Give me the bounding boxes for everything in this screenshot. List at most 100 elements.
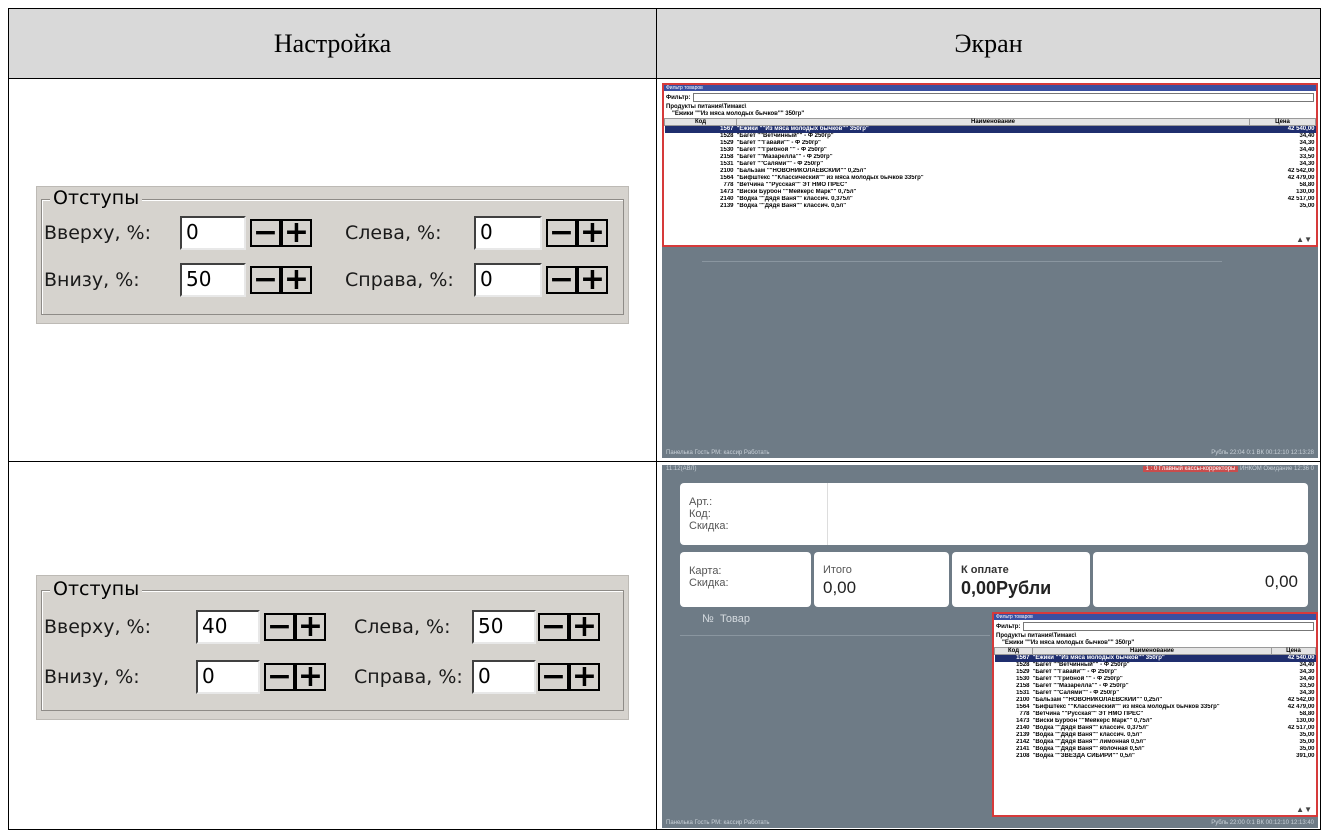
product-name: "Ежики ""Из мяса молодых бычков"" 350гр" (1032, 654, 1272, 662)
screen-preview-2: 11:12(АВЛ) 1 : 0 Главный кассы-корректор… (662, 465, 1318, 828)
product-price: 33,50 (1299, 154, 1315, 160)
right-plus-button[interactable]: + (577, 265, 608, 295)
top-plus-button[interactable]: + (295, 612, 326, 642)
product-row[interactable]: 1473 "Виски Бурбон ""Мейкерс Марк"" 0,75л… (995, 718, 1316, 725)
breadcrumb-item: "Ежики ""Из мяса молодых бычков"" 350гр" (1002, 640, 1135, 646)
left-minus-button[interactable]: − (538, 612, 569, 642)
left-input[interactable]: 0 (474, 216, 542, 250)
right-minus-button[interactable]: − (546, 265, 577, 295)
product-name: "Багет ""Ветчинный"" - Ф 250гр" (1032, 662, 1130, 668)
product-row[interactable]: 2100 "Бальзам ""НОВОНИКОЛАЕВСКИЙ"" 0,25л"… (665, 168, 1316, 175)
product-popup-2: Фильтр товаров Фильтр: Продукты питания\… (992, 612, 1318, 817)
product-price: 42 479,00 (1287, 704, 1315, 710)
product-row[interactable]: 2141 "Водка ""Дядя Ваня"" яблочная 0,5л" 3… (995, 746, 1316, 753)
total-value: 0,00 (823, 578, 857, 597)
breadcrumb-item: "Ежики ""Из мяса молодых бычков"" 350гр" (672, 111, 805, 117)
product-row[interactable]: 1564 "Бифштекс ""Классический"" из мяса м… (995, 704, 1316, 711)
product-price: 58,80 (1299, 182, 1315, 188)
product-row[interactable]: 1529 "Багет ""Гавайи"" - Ф 250гр" 34,30 (665, 140, 1316, 147)
product-row[interactable]: 1473 "Виски Бурбон ""Мейкерс Марк"" 0,75л… (665, 189, 1316, 196)
product-row[interactable]: 1530 "Багет ""Грибной "" - Ф 250гр" 34,40 (665, 147, 1316, 154)
product-row[interactable]: 1567 "Ежики ""Из мяса молодых бычков"" 35… (994, 654, 1316, 662)
col-number: № (702, 613, 714, 625)
bottom-minus-button[interactable]: − (250, 265, 281, 295)
product-code: 1528 (720, 133, 734, 139)
bottom-input[interactable]: 0 (196, 660, 260, 694)
product-price: 34,30 (1299, 161, 1315, 167)
product-code: 2158 (720, 154, 734, 160)
product-code: 1528 (1016, 662, 1030, 668)
top-minus-button[interactable]: − (264, 612, 295, 642)
pay-label: К оплате (961, 564, 1009, 576)
right-minus-button[interactable]: − (538, 662, 569, 692)
bottom-label: Внизу, %: (44, 666, 140, 688)
product-row[interactable]: 2108 "Водка ""ЗВЕЗДА СИБИРИ"" 0,5л" 391,00 (995, 753, 1316, 760)
product-name: "Водка ""ЗВЕЗДА СИБИРИ"" 0,5л" (1032, 753, 1135, 759)
bottom-input[interactable]: 50 (180, 263, 246, 297)
bottom-minus-button[interactable]: − (264, 662, 295, 692)
product-code: 2139 (720, 203, 734, 209)
right-input[interactable]: 0 (474, 263, 542, 297)
product-row[interactable]: 1530 "Багет ""Грибной "" - Ф 250гр" 34,40 (995, 676, 1316, 683)
instruction-table: Настройка Экран Отступы Вверху, %: 0 − +… (8, 8, 1321, 830)
change-card: 0,00 (1093, 552, 1308, 607)
art-label: Арт.: (689, 496, 713, 508)
product-name: "Водка ""Дядя Ваня"" яблочная 0,5л" (1032, 746, 1145, 752)
taskbar: Панелька Гость РМ: кассир Работать Рубль… (662, 448, 1318, 458)
left-plus-button[interactable]: + (577, 218, 608, 248)
product-row[interactable]: 2139 "Водка ""Дядя Ваня"" классич. 0,5л" 3… (665, 203, 1316, 210)
product-price: 34,30 (1299, 140, 1315, 146)
product-price: 34,40 (1299, 662, 1315, 668)
taskbar-right: Рубль 22:04 0:1 ВК 00:12:10 12:13:28 (1211, 450, 1314, 456)
scroll-arrows-icon[interactable]: ▲▼ (1296, 235, 1312, 244)
breadcrumb: Продукты питания\Тимакс\ (666, 104, 747, 110)
top-minus-button[interactable]: − (250, 218, 281, 248)
product-row[interactable]: 1528 "Багет ""Ветчинный"" - Ф 250гр" 34,40 (995, 662, 1316, 669)
product-row[interactable]: 1528 "Багет ""Ветчинный"" - Ф 250гр" 34,40 (665, 133, 1316, 140)
left-input[interactable]: 50 (472, 610, 536, 644)
taskbar: Панелька Гость РМ: кассир Работать Рубль… (662, 818, 1318, 828)
product-code: 1473 (720, 189, 734, 195)
product-name: "Бальзам ""НОВОНИКОЛАЕВСКИЙ"" 0,25л" (1032, 697, 1163, 703)
product-row[interactable]: 1531 "Багет ""Салями"" - Ф 250гр" 34,30 (665, 161, 1316, 168)
product-row[interactable]: 2139 "Водка ""Дядя Ваня"" классич. 0,5л" 3… (995, 732, 1316, 739)
product-row[interactable]: 2142 "Водка ""Дядя Ваня"" лимонная 0,5л" 3… (995, 739, 1316, 746)
filter-input[interactable] (693, 93, 1314, 102)
product-code: 1564 (720, 175, 734, 181)
product-row[interactable]: 778 "Ветчина ""Русская"" ЭТ НМО ПРЕС" 58,8… (665, 182, 1316, 189)
product-name: "Ветчина ""Русская"" ЭТ НМО ПРЕС" (736, 182, 848, 188)
product-row[interactable]: 1564 "Бифштекс ""Классический"" из мяса м… (665, 175, 1316, 182)
left-minus-button[interactable]: − (546, 218, 577, 248)
product-row[interactable]: 2158 "Багет ""Мазарелла"" - Ф 250гр" 33,50 (665, 154, 1316, 161)
left-label: Слева, %: (345, 222, 442, 244)
margins-group: Отступы Вверху, %: 40 − + Слева, %: 50 −… (41, 578, 624, 711)
top-input[interactable]: 0 (180, 216, 246, 250)
product-popup-1: Фильтр товаров Фильтр: Продукты питания\… (662, 83, 1318, 247)
filter-input[interactable] (1023, 622, 1314, 631)
product-row[interactable]: 2140 "Водка ""Дядя Ваня"" классич. 0,375л… (995, 725, 1316, 732)
top-plus-button[interactable]: + (281, 218, 312, 248)
bottom-plus-button[interactable]: + (295, 662, 326, 692)
product-price: 34,40 (1299, 147, 1315, 153)
product-price: 42 517,00 (1287, 725, 1315, 731)
product-code: 1531 (1016, 690, 1030, 696)
product-row[interactable]: 2158 "Багет ""Мазарелла"" - Ф 250гр" 33,50 (995, 683, 1316, 690)
breadcrumb: Продукты питания\Тимакс\ (996, 633, 1077, 639)
product-row[interactable]: 1531 "Багет ""Салями"" - Ф 250гр" 34,30 (995, 690, 1316, 697)
right-input[interactable]: 0 (472, 660, 536, 694)
settings-cell-2: Отступы Вверху, %: 40 − + Слева, %: 50 −… (8, 461, 657, 830)
top-input[interactable]: 40 (196, 610, 260, 644)
product-name: "Багет ""Салями"" - Ф 250гр" (736, 161, 824, 167)
scroll-arrows-icon[interactable]: ▲▼ (1296, 805, 1312, 814)
product-row[interactable]: 778 "Ветчина ""Русская"" ЭТ НМО ПРЕС" 58,8… (995, 711, 1316, 718)
product-price: 42 517,00 (1287, 196, 1315, 202)
product-row[interactable]: 2100 "Бальзам ""НОВОНИКОЛАЕВСКИЙ"" 0,25л"… (995, 697, 1316, 704)
bottom-plus-button[interactable]: + (281, 265, 312, 295)
product-row[interactable]: 1567 "Ежики ""Из мяса молодых бычков"" 35… (664, 125, 1316, 133)
product-row[interactable]: 1529 "Багет ""Гавайи"" - Ф 250гр" 34,30 (995, 669, 1316, 676)
right-plus-button[interactable]: + (569, 662, 600, 692)
product-code: 1529 (720, 140, 734, 146)
product-row[interactable]: 2140 "Водка ""Дядя Ваня"" классич. 0,375л… (665, 196, 1316, 203)
status-topbar: 11:12(АВЛ) 1 : 0 Главный кассы-корректор… (662, 465, 1318, 474)
left-plus-button[interactable]: + (569, 612, 600, 642)
